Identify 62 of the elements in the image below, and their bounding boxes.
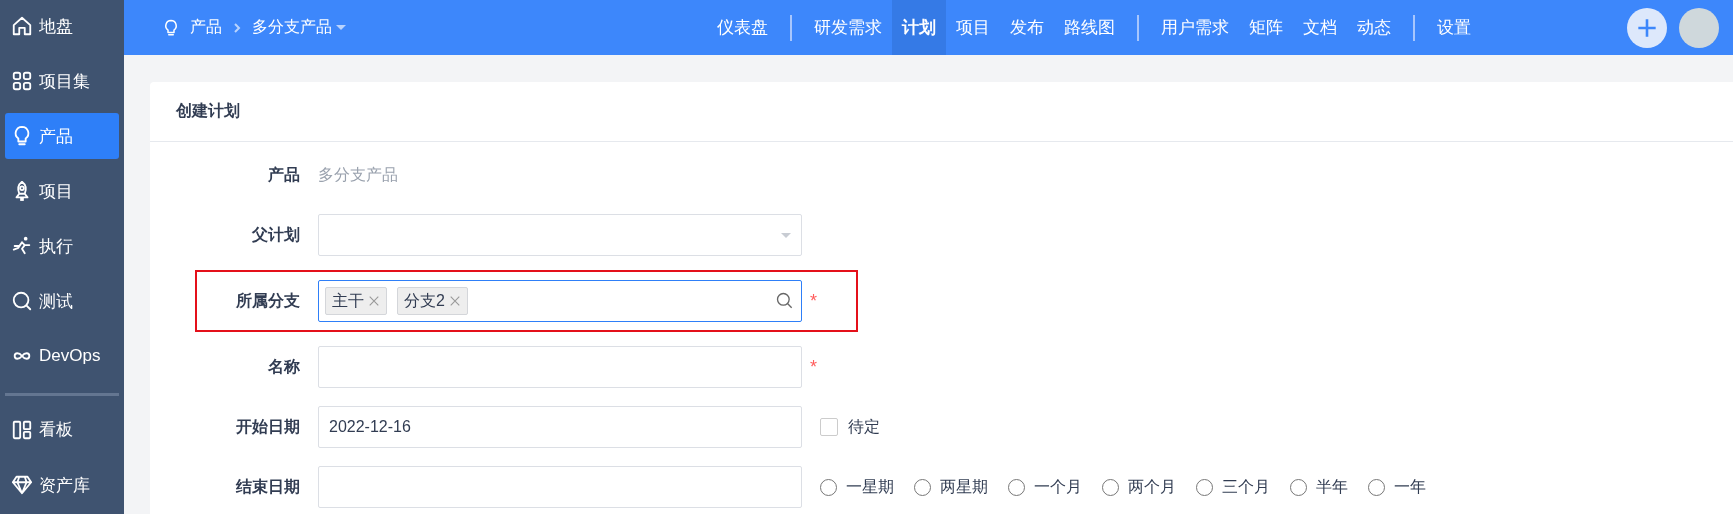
home-icon [11, 15, 33, 37]
diamond-icon [11, 474, 33, 496]
text-field[interactable]: 2022-12-16 [318, 406, 802, 448]
required-mark: * [810, 290, 817, 312]
nav-tab[interactable]: 仪表盘 [707, 0, 778, 55]
breadcrumb-link[interactable]: 产品 [190, 17, 222, 38]
radio-label: 一星期 [846, 476, 894, 497]
product-dropdown[interactable]: 多分支产品 [252, 17, 346, 38]
sidebar-item[interactable]: 产品 [5, 113, 119, 160]
tag-select-field[interactable]: 主干 分支2 [318, 280, 802, 322]
required-mark: * [810, 356, 817, 378]
field-label: 名称 [267, 356, 300, 377]
card-title: 创建计划 [176, 101, 240, 121]
radio-label: 两个月 [1128, 476, 1176, 497]
radio-label: 三个月 [1222, 476, 1270, 497]
sidebar-item[interactable]: 项目集 [5, 58, 119, 105]
sidebar-item[interactable]: 看板 [5, 407, 119, 453]
radio-label: 半年 [1316, 476, 1348, 497]
radio-label: 两星期 [940, 476, 988, 497]
field-label: 结束日期 [235, 476, 300, 497]
add-button[interactable] [1627, 7, 1667, 48]
close-icon [448, 295, 461, 307]
tag: 分支2 [397, 287, 468, 315]
nav-tab[interactable]: 计划 [892, 0, 946, 55]
checkbox-label: 待定 [848, 416, 880, 437]
radio-label: 一年 [1394, 476, 1426, 497]
nav-tab[interactable]: 路线图 [1054, 0, 1125, 55]
field-label: 产品 [267, 164, 300, 185]
caret-down-icon [781, 232, 791, 238]
avatar[interactable] [1679, 7, 1719, 48]
close-icon [368, 295, 380, 307]
text-field[interactable] [318, 346, 802, 388]
nav-tab[interactable]: 研发需求 [804, 0, 892, 55]
field-label: 所属分支 [235, 290, 300, 311]
nav-tab[interactable]: 项目 [946, 0, 1000, 55]
select-field[interactable] [318, 214, 802, 256]
field-value: 多分支产品 [318, 164, 398, 185]
sidebar-item[interactable]: 测试 [5, 278, 119, 325]
field-label: 父计划 [251, 224, 300, 245]
sidebar-item[interactable]: 执行 [5, 223, 119, 270]
nav-tab[interactable]: 矩阵 [1239, 0, 1293, 55]
text-field[interactable] [318, 466, 802, 508]
nav-tab[interactable]: 设置 [1427, 0, 1481, 55]
search-icon [11, 290, 33, 313]
radio-label: 一个月 [1034, 476, 1082, 497]
sidebar-item[interactable]: DevOps [5, 333, 119, 380]
nav-tab[interactable]: 文档 [1293, 0, 1347, 55]
nav-tab[interactable]: 动态 [1347, 0, 1401, 55]
search-icon [775, 291, 795, 311]
grid-icon [11, 70, 33, 92]
field-label: 开始日期 [235, 416, 300, 437]
caret-down-icon [336, 25, 346, 30]
sidebar-item[interactable]: 地盘 [5, 3, 119, 49]
nav-tab[interactable]: 发布 [1000, 0, 1054, 55]
sidebar-item[interactable]: 资产库 [5, 462, 119, 508]
tag: 主干 [325, 287, 387, 315]
lightbulb-icon [162, 18, 180, 37]
board-icon [11, 419, 33, 441]
nav-tab[interactable]: 用户需求 [1151, 0, 1239, 55]
checkbox[interactable] [820, 418, 838, 436]
sidebar-item[interactable]: 项目 [5, 168, 119, 215]
chevron-right-icon [232, 21, 242, 34]
